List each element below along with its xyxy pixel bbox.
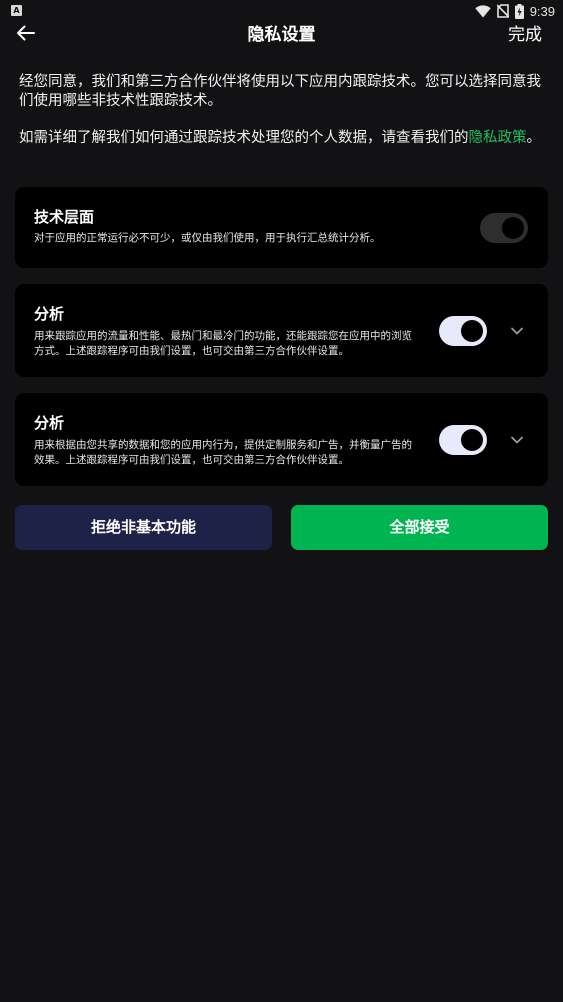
accept-all-button[interactable]: 全部接受 [291,505,548,550]
toggle-knob [461,320,483,342]
section-title: 技术层面 [34,208,95,226]
page-title: 隐私设置 [247,25,316,45]
analytics-toggle[interactable] [439,316,487,346]
chevron-down-icon [509,432,525,448]
section-title: 分析 [34,305,65,323]
section-title: 分析 [34,414,65,432]
done-button[interactable]: 完成 [508,20,542,45]
section-description: 对于应用的正常运行必不可少，或仅由我们使用，用于执行汇总统计分析。 [34,232,381,244]
section-description: 用来根据由您共享的数据和您的应用内行为，提供定制服务和广告，并衡量广告的效果。上… [34,439,412,466]
expand-button[interactable] [509,323,525,339]
toggle-knob [461,429,483,451]
intro-paragraph: 经您同意，我们和第三方合作伙伴将使用以下应用内跟踪技术。您可以选择同意我们使用哪… [19,74,541,109]
privacy-paragraph: 如需详细了解我们如何通过跟踪技术处理您的个人数据，请查看我们的隐私政策。 [19,129,549,148]
technical-toggle[interactable] [480,213,528,243]
advertising-toggle[interactable] [439,425,487,455]
privacy-paragraph-end: 。 [526,130,542,146]
privacy-paragraph-text: 如需详细了解我们如何通过跟踪技术处理您的个人数据，请查看我们的 [19,130,469,146]
reject-non-essential-button[interactable]: 拒绝非基本功能 [15,505,272,550]
chevron-down-icon [509,323,525,339]
advertising-section-card: 分析 用来根据由您共享的数据和您的应用内行为，提供定制服务和广告，并衡量广告的效… [15,393,548,486]
section-description: 用来跟踪应用的流量和性能、最热门和最冷门的功能，还能跟踪您在应用中的浏览方式。上… [34,330,412,357]
toggle-knob [502,217,524,239]
expand-button[interactable] [509,432,525,448]
privacy-policy-link[interactable]: 隐私政策 [469,130,527,146]
analytics-section-card: 分析 用来跟踪应用的流量和性能、最热门和最冷门的功能，还能跟踪您在应用中的浏览方… [15,284,548,377]
app-header: 隐私设置 完成 [0,14,563,50]
technical-section-card: 技术层面 对于应用的正常运行必不可少，或仅由我们使用，用于执行汇总统计分析。 [15,187,548,268]
